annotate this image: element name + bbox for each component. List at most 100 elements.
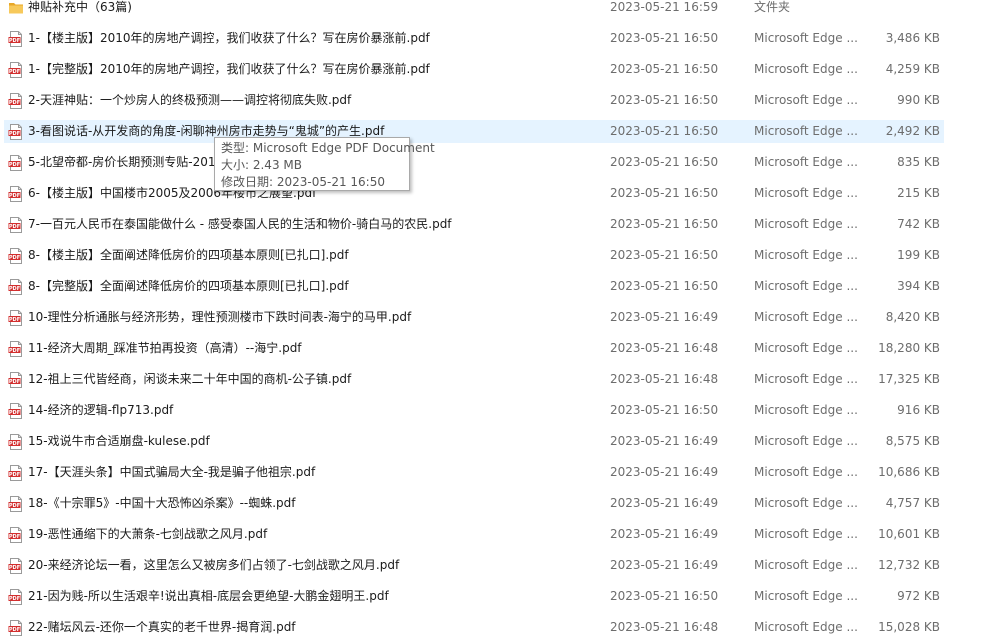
file-row[interactable]: PDF 2-天涯神贴：一个炒房人的终极预测——调控将彻底失败.pdf 2023-05…: [4, 89, 944, 112]
file-row[interactable]: PDF 8-【楼主版】全面阐述降低房价的四项基本原则[已扎口].pdf 2023-0…: [4, 244, 944, 267]
file-type: Microsoft Edge ...: [754, 558, 858, 572]
file-size: 10,601 KB: [878, 527, 940, 541]
file-row[interactable]: PDF 17-【天涯头条】中国式骗局大全-我是骗子他祖宗.pdf 2023-05-2…: [4, 461, 944, 484]
pdf-icon: PDF: [8, 341, 24, 357]
svg-text:PDF: PDF: [9, 534, 20, 540]
file-size: 8,575 KB: [885, 434, 940, 448]
svg-text:PDF: PDF: [9, 100, 20, 106]
file-row[interactable]: PDF 18-《十宗罪5》-中国十大恐怖凶杀案》--蜘蛛.pdf 2023-05-2…: [4, 492, 944, 515]
file-size: 990 KB: [897, 93, 940, 107]
file-date: 2023-05-21 16:49: [610, 558, 719, 572]
file-row[interactable]: PDF 14-经济的逻辑-flp713.pdf 2023-05-21 16:50 Mi…: [4, 399, 944, 422]
file-type: Microsoft Edge ...: [754, 279, 858, 293]
file-row[interactable]: PDF 11-经济大周期_踩准节拍再投资（高清）--海宁.pdf 2023-05-2…: [4, 337, 944, 360]
file-name: 10-理性分析通胀与经济形势，理性预测楼市下跌时间表-海宁的马甲.pdf: [28, 310, 412, 324]
file-row[interactable]: PDF 1-【楼主版】2010年的房地产调控，我们收获了什么？写在房价暴涨前.pd…: [4, 27, 944, 50]
svg-text:PDF: PDF: [9, 38, 20, 44]
file-size: 199 KB: [897, 248, 940, 262]
file-row[interactable]: PDF 1-【完整版】2010年的房地产调控，我们收获了什么？写在房价暴涨前.pd…: [4, 58, 944, 81]
file-date: 2023-05-21 16:48: [610, 620, 719, 634]
pdf-icon: PDF: [8, 31, 24, 47]
file-type: Microsoft Edge ...: [754, 31, 858, 45]
file-date: 2023-05-21 16:50: [610, 248, 719, 262]
file-date: 2023-05-21 16:49: [610, 310, 719, 324]
file-size: 10,686 KB: [878, 465, 940, 479]
svg-text:PDF: PDF: [9, 224, 20, 230]
file-name: 1-【楼主版】2010年的房地产调控，我们收获了什么？写在房价暴涨前.pdf: [28, 31, 430, 45]
file-size: 12,732 KB: [878, 558, 940, 572]
file-size: 18,280 KB: [878, 341, 940, 355]
svg-text:PDF: PDF: [9, 441, 20, 447]
file-row[interactable]: PDF 19-恶性通缩下的大萧条-七剑战歌之风月.pdf 2023-05-21 16…: [4, 523, 944, 546]
file-type: Microsoft Edge ...: [754, 93, 858, 107]
file-row[interactable]: PDF 20-来经济论坛一看，这里怎么又被房多们占领了-七剑战歌之风月.pdf 20…: [4, 554, 944, 577]
file-name: 1-【完整版】2010年的房地产调控，我们收获了什么？写在房价暴涨前.pdf: [28, 62, 430, 76]
file-type: Microsoft Edge ...: [754, 527, 858, 541]
svg-text:PDF: PDF: [9, 379, 20, 385]
file-date: 2023-05-21 16:48: [610, 341, 719, 355]
svg-text:PDF: PDF: [9, 286, 20, 292]
file-type: Microsoft Edge ...: [754, 310, 858, 324]
file-name: 17-【天涯头条】中国式骗局大全-我是骗子他祖宗.pdf: [28, 465, 316, 479]
svg-text:PDF: PDF: [9, 317, 20, 323]
file-size: 8,420 KB: [885, 310, 940, 324]
file-row[interactable]: PDF 7-一百元人民币在泰国能做什么 - 感受泰国人民的生活和物价-骑白马的农民…: [4, 213, 944, 236]
file-type: Microsoft Edge ...: [754, 186, 858, 200]
svg-text:PDF: PDF: [9, 348, 20, 354]
file-size: 3,486 KB: [885, 31, 940, 45]
file-size: 916 KB: [897, 403, 940, 417]
file-type: Microsoft Edge ...: [754, 465, 858, 479]
file-name: 12-祖上三代皆经商，闲谈未来二十年中国的商机-公子镇.pdf: [28, 372, 352, 386]
pdf-icon: PDF: [8, 465, 24, 481]
file-size: 2,492 KB: [885, 124, 940, 138]
file-list: 神贴补充中（63篇) 2023-05-21 16:59 文件夹 PDF 1-【楼主版】2…: [0, 0, 1005, 641]
file-row[interactable]: PDF 5-北望帝都-房价长期预测专贴-2015年房价回到2007年水平.pdf 2…: [4, 151, 944, 174]
file-row[interactable]: PDF 21-因为贱-所以生活艰辛!说出真相-底层会更绝望-大鹏金翅明王.pdf 2…: [4, 585, 944, 608]
file-type: Microsoft Edge ...: [754, 155, 858, 169]
pdf-icon: PDF: [8, 124, 24, 140]
file-row[interactable]: PDF 15-戏说牛市合适崩盘-kulese.pdf 2023-05-21 16:4…: [4, 430, 944, 453]
file-type: Microsoft Edge ...: [754, 341, 858, 355]
svg-text:PDF: PDF: [9, 565, 20, 571]
file-date: 2023-05-21 16:49: [610, 496, 719, 510]
pdf-icon: PDF: [8, 496, 24, 512]
file-size: 4,757 KB: [885, 496, 940, 510]
svg-text:PDF: PDF: [9, 131, 20, 137]
file-date: 2023-05-21 16:48: [610, 372, 719, 386]
file-name: 11-经济大周期_踩准节拍再投资（高清）--海宁.pdf: [28, 341, 302, 355]
pdf-icon: PDF: [8, 217, 24, 233]
file-type: Microsoft Edge ...: [754, 496, 858, 510]
pdf-icon: PDF: [8, 279, 24, 295]
file-size: 835 KB: [897, 155, 940, 169]
file-size: 4,259 KB: [885, 62, 940, 76]
file-row[interactable]: PDF 3-看图说话-从开发商的角度-闲聊神州房市走势与“鬼城”的产生.pdf 20…: [4, 120, 944, 143]
file-size: 17,325 KB: [878, 372, 940, 386]
pdf-icon: PDF: [8, 93, 24, 109]
tooltip-date: 修改日期: 2023-05-21 16:50: [221, 175, 385, 189]
folder-row[interactable]: 神贴补充中（63篇) 2023-05-21 16:59 文件夹: [4, 0, 944, 19]
file-size: 394 KB: [897, 279, 940, 293]
svg-text:PDF: PDF: [9, 255, 20, 261]
file-type: Microsoft Edge ...: [754, 589, 858, 603]
pdf-icon: PDF: [8, 527, 24, 543]
file-row[interactable]: PDF 12-祖上三代皆经商，闲谈未来二十年中国的商机-公子镇.pdf 2023-0…: [4, 368, 944, 391]
file-row[interactable]: PDF 22-赌坛风云-还你一个真实的老千世界-揭育润.pdf 2023-05-21…: [4, 616, 944, 639]
tooltip-type: 类型: Microsoft Edge PDF Document: [221, 141, 435, 155]
svg-text:PDF: PDF: [9, 472, 20, 478]
pdf-icon: PDF: [8, 558, 24, 574]
file-row[interactable]: PDF 10-理性分析通胀与经济形势，理性预测楼市下跌时间表-海宁的马甲.pdf 2…: [4, 306, 944, 329]
file-row[interactable]: PDF 6-【楼主版】中国楼市2005及2006年楼市之展望.pdf 2023-05…: [4, 182, 944, 205]
file-date: 2023-05-21 16:50: [610, 62, 719, 76]
file-date: 2023-05-21 16:50: [610, 186, 719, 200]
file-date: 2023-05-21 16:59: [610, 0, 719, 14]
pdf-icon: PDF: [8, 620, 24, 636]
file-date: 2023-05-21 16:50: [610, 93, 719, 107]
file-type: 文件夹: [754, 0, 791, 14]
file-date: 2023-05-21 16:50: [610, 589, 719, 603]
file-name: 20-来经济论坛一看，这里怎么又被房多们占领了-七剑战歌之风月.pdf: [28, 558, 400, 572]
file-name: 19-恶性通缩下的大萧条-七剑战歌之风月.pdf: [28, 527, 268, 541]
svg-text:PDF: PDF: [9, 410, 20, 416]
svg-text:PDF: PDF: [9, 162, 20, 168]
file-row[interactable]: PDF 8-【完整版】全面阐述降低房价的四项基本原则[已扎口].pdf 2023-0…: [4, 275, 944, 298]
file-type: Microsoft Edge ...: [754, 372, 858, 386]
